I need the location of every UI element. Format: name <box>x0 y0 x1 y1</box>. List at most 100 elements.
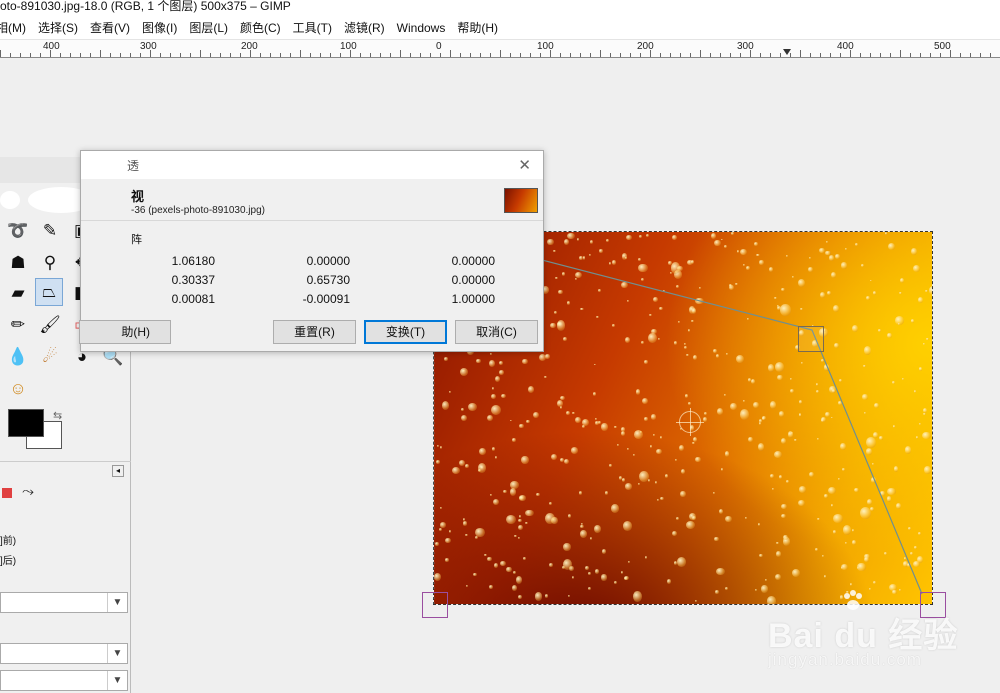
swap-colors-icon[interactable]: ⇆ <box>53 409 62 422</box>
dialog-header-title: 视 <box>131 189 145 204</box>
dialog-titlebar[interactable]: 透 ✕ <box>81 151 543 179</box>
ruler-tick <box>720 53 721 57</box>
matrix-cell: 0.00081 <box>171 292 215 306</box>
smudge-icon[interactable]: ☄ <box>36 343 64 371</box>
ruler-tick <box>780 53 781 57</box>
ruler-label: 300 <box>140 41 157 52</box>
ruler-tick <box>220 53 221 57</box>
tool-glyph: 💧 <box>7 347 29 366</box>
path-mode-icon[interactable]: ⤳ <box>22 483 34 500</box>
ruler-label: 100 <box>537 41 554 52</box>
menu-layer[interactable]: 图层(L) <box>189 19 228 36</box>
ruler-tick <box>990 53 991 57</box>
ruler-tick <box>680 53 681 57</box>
matrix-label: 阵 <box>131 234 142 246</box>
ruler-tick <box>180 53 181 57</box>
paintbrush-icon[interactable]: 🖌 <box>36 311 64 339</box>
ruler-tick <box>10 53 11 57</box>
lasso-icon[interactable]: ➰ <box>4 217 32 245</box>
ruler-tick <box>340 53 341 57</box>
preview-select[interactable]: ▼ <box>0 670 128 691</box>
ruler-tick <box>840 53 841 57</box>
ruler-tick <box>830 53 831 57</box>
ruler-tick <box>930 53 931 57</box>
matrix-cell: 1.00000 <box>451 292 495 306</box>
reset-button[interactable]: 重置(R) <box>273 320 356 344</box>
matrix-cell: -0.00091 <box>302 292 350 306</box>
menu-view[interactable]: 查看(V) <box>90 19 130 36</box>
direction-backward-option[interactable]: ]后) <box>0 552 16 567</box>
tool-options-menu-icon[interactable]: ◂ <box>112 465 124 477</box>
perspective-icon[interactable]: ⏢ <box>35 278 63 306</box>
red-mode-icon[interactable] <box>2 488 12 498</box>
menu-tools[interactable]: 工具(T) <box>293 19 332 36</box>
ruler-tick <box>940 53 941 57</box>
transform-button[interactable]: 变换(T) <box>364 320 447 344</box>
ruler-tick <box>390 53 391 57</box>
ruler-tick <box>150 50 151 57</box>
transform-handle-bottom-right[interactable] <box>920 592 946 618</box>
menu-filters[interactable]: 滤镜(R) <box>344 19 385 36</box>
ruler-tick <box>100 50 101 57</box>
ruler-tick <box>710 53 711 57</box>
ruler-tick <box>890 53 891 57</box>
ruler-tick <box>330 53 331 57</box>
ruler-tick <box>90 53 91 57</box>
ruler-tick <box>510 53 511 57</box>
foreground-color-swatch[interactable] <box>8 409 44 437</box>
cancel-button[interactable]: 取消(C) <box>455 320 538 344</box>
ruler-tick <box>120 53 121 57</box>
horizontal-ruler[interactable]: 400 300 200 100 0 100 200 300 400 500 <box>0 40 1000 58</box>
ruler-tick <box>450 50 451 57</box>
perspective-dialog: 透 ✕ 视 -36 (pexels-photo-891030.jpg) 阵 1.… <box>79 150 544 352</box>
menu-image[interactable]: 图像(I) <box>142 19 177 36</box>
ruler-label: 400 <box>837 41 854 52</box>
help-button[interactable]: 助(H) <box>79 320 171 344</box>
menu-windows[interactable]: Windows <box>397 21 446 35</box>
color-picker-icon[interactable]: ☺ <box>4 375 32 403</box>
ruler-tick <box>750 50 751 57</box>
foreground-select-icon[interactable]: ☗ <box>4 249 32 277</box>
tool-options-divider <box>0 461 131 462</box>
ruler-tick <box>50 50 51 57</box>
menu-help[interactable]: 帮助(H) <box>457 19 498 36</box>
matrix-cell: 0.00000 <box>306 254 350 268</box>
fuzzy-select-icon[interactable]: ✎ <box>36 217 64 245</box>
close-icon[interactable]: ✕ <box>518 156 531 174</box>
ruler-tick <box>190 53 191 57</box>
ruler-tick <box>140 53 141 57</box>
ruler-tick <box>370 53 371 57</box>
ruler-tick <box>900 50 901 57</box>
ruler-tick <box>980 53 981 57</box>
ruler-label: 0 <box>436 41 442 52</box>
ruler-tick <box>670 53 671 57</box>
transform-handle-top-right[interactable] <box>798 326 824 352</box>
transform-pivot-crosshair[interactable] <box>676 408 704 436</box>
ruler-tick <box>790 53 791 57</box>
pencil-icon[interactable]: ✏ <box>4 311 32 339</box>
ruler-tick <box>270 53 271 57</box>
ruler-tick <box>500 50 501 57</box>
menu-edit[interactable]: 相(M) <box>0 19 26 36</box>
shear-icon[interactable]: ▰ <box>4 279 32 307</box>
ruler-tick <box>440 53 441 57</box>
direction-forward-option[interactable]: ]前) <box>0 532 16 547</box>
matrix-cell: 0.65730 <box>306 273 350 287</box>
ruler-tick <box>280 53 281 57</box>
dialog-header-subtitle: -36 (pexels-photo-891030.jpg) <box>131 205 265 216</box>
ruler-label: 400 <box>43 41 60 52</box>
clipping-select[interactable]: ▼ <box>0 643 128 664</box>
ruler-tick <box>60 53 61 57</box>
ruler-tick <box>770 53 771 57</box>
blur-icon[interactable]: 💧 <box>4 343 32 371</box>
paths-icon[interactable]: ⚲ <box>36 249 64 277</box>
matrix-cell: 0.00000 <box>451 254 495 268</box>
tool-glyph: ☄ <box>42 347 58 366</box>
ruler-tick <box>470 53 471 57</box>
ruler-tick <box>950 50 951 57</box>
tool-glyph: ☗ <box>10 253 26 272</box>
transform-handle-bottom-left[interactable] <box>422 592 448 618</box>
menu-select[interactable]: 选择(S) <box>38 19 78 36</box>
menu-colors[interactable]: 颜色(C) <box>240 19 281 36</box>
interpolation-select[interactable]: ▼ <box>0 592 128 613</box>
